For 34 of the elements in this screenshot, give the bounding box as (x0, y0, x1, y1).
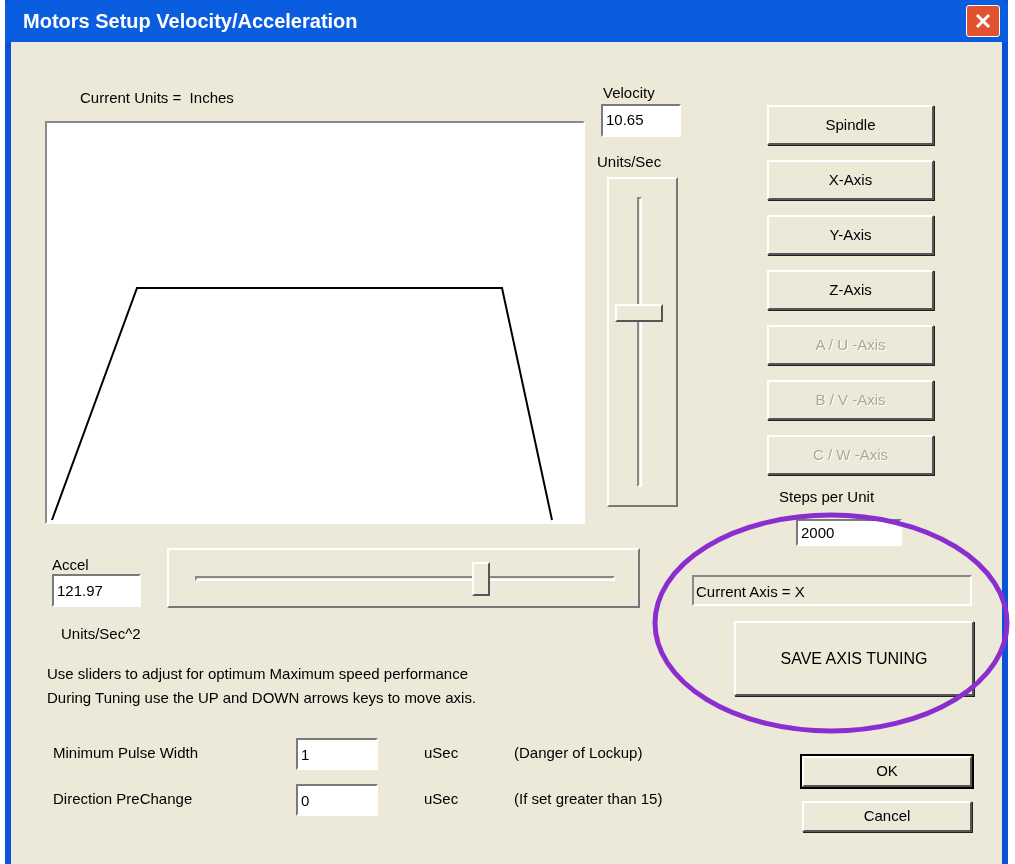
slider-thumb[interactable] (615, 304, 663, 322)
steps-per-unit-field[interactable]: 2000 (796, 518, 902, 546)
accel-label: Accel (52, 555, 90, 574)
setting-note: (If set greater than 15) (514, 789, 663, 810)
velocity-slider[interactable] (607, 177, 678, 507)
axis-button[interactable]: X-Axis (767, 160, 934, 200)
axis-button[interactable]: Y-Axis (767, 215, 934, 255)
setting-label: Direction PreChange (53, 789, 194, 810)
current-axis-field: Current Axis = X (692, 575, 972, 606)
unit-label: uSec (424, 743, 460, 764)
dialog-button[interactable]: Cancel (802, 801, 972, 832)
velocity-label: Velocity (602, 83, 656, 103)
velocity-field[interactable]: 10.65 (601, 104, 681, 137)
setting-label: Minimum Pulse Width (53, 743, 200, 764)
slider-thumb[interactable] (471, 562, 490, 596)
unit-label: Units/Sec^2 (60, 624, 142, 644)
save-axis-tuning-button[interactable]: SAVE AXIS TUNING (734, 621, 974, 696)
axis-button[interactable]: Z-Axis (767, 270, 934, 310)
instruction-text: Use sliders to adjust for optimum Maximum speed performance (47, 663, 469, 684)
setting-note: (Danger of Lockup) (514, 743, 643, 764)
axis-button[interactable]: Spindle (767, 105, 934, 145)
accel-field[interactable]: 121.97 (52, 574, 141, 607)
setting-field[interactable]: 0 (296, 783, 378, 816)
unit-label: uSec (424, 789, 460, 810)
window-title: Motors Setup Velocity/Acceleration (23, 9, 358, 34)
close-button[interactable] (966, 5, 1000, 37)
steps-per-unit-label: Steps per Unit (778, 487, 876, 507)
instruction-text: During Tuning use the UP and DOWN arrows keys to move axis. (47, 687, 478, 708)
units-label: Current Units = Inches (79, 88, 235, 108)
unit-label: Units/Sec (597, 152, 663, 172)
close-icon (974, 12, 992, 30)
setting-field[interactable]: 1 (296, 737, 378, 770)
dialog-button[interactable]: OK (802, 756, 972, 787)
accel-slider[interactable] (167, 548, 640, 608)
